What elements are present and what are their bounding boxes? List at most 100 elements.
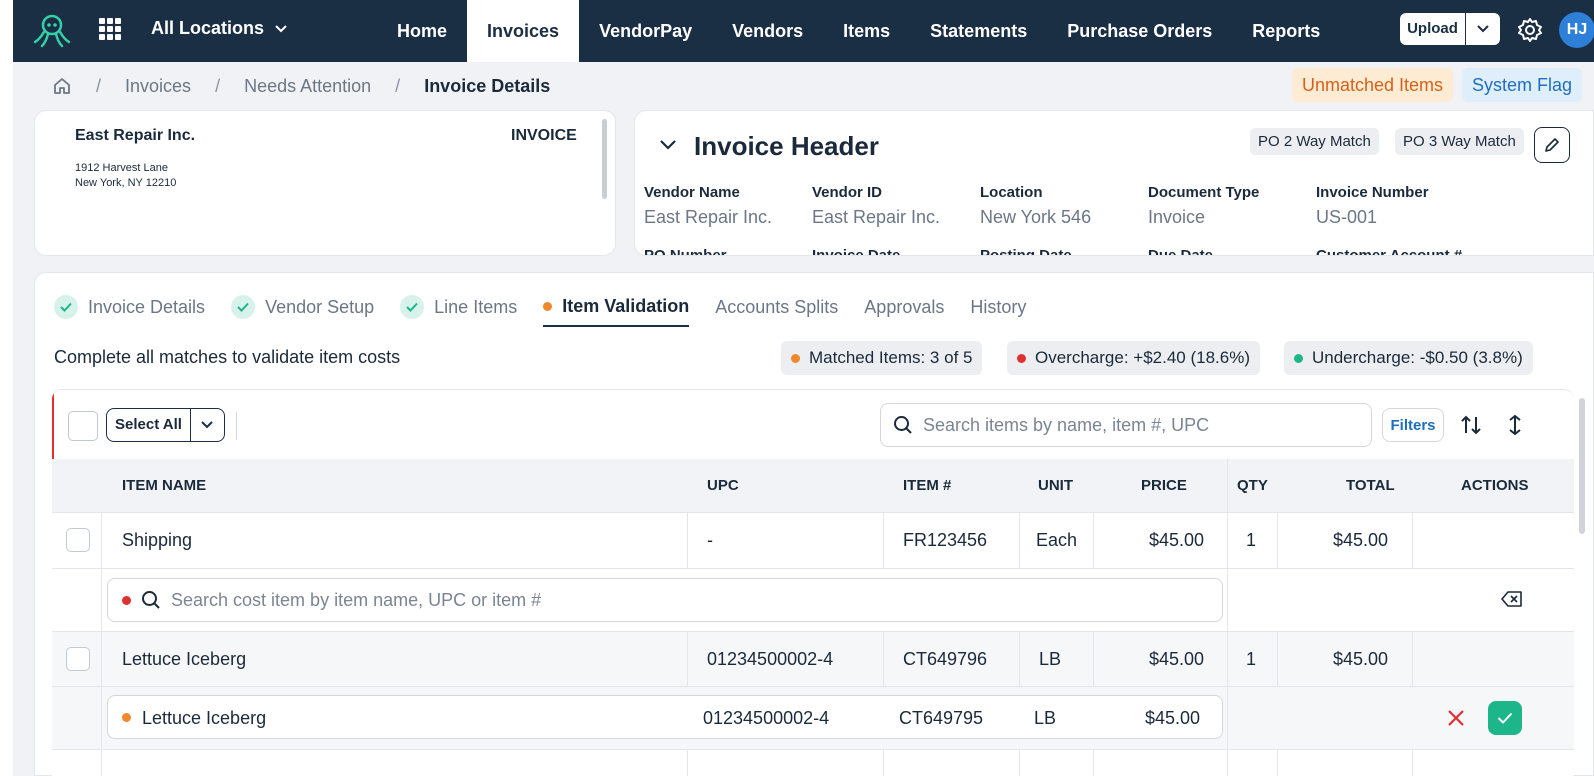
- collapse-chevron-icon[interactable]: [659, 139, 677, 151]
- tab-line-items[interactable]: Line Items: [400, 287, 517, 327]
- tab-invoice-details[interactable]: Invoice Details: [54, 287, 205, 327]
- nav-tab-vendorpay[interactable]: VendorPay: [579, 0, 712, 62]
- filters-button[interactable]: Filters: [1382, 408, 1444, 442]
- column-divider: [1093, 513, 1094, 569]
- col-item-name[interactable]: ITEM NAME: [122, 477, 206, 494]
- field-invoice-number: Invoice Number US-001: [1316, 184, 1429, 228]
- field-label: Location: [980, 184, 1043, 201]
- edit-button[interactable]: [1534, 127, 1570, 163]
- tab-label: Approvals: [864, 296, 945, 317]
- tab-approvals[interactable]: Approvals: [864, 287, 944, 327]
- row-checkbox[interactable]: [66, 528, 90, 552]
- chevron-down-icon: [1477, 25, 1489, 33]
- col-total[interactable]: TOTAL: [1346, 477, 1395, 494]
- upc-cell: -: [707, 530, 713, 550]
- match-upc: 01234500002-4: [703, 708, 830, 728]
- tab-label: Invoice Details: [88, 296, 206, 317]
- app-grid-icon[interactable]: [99, 18, 121, 40]
- location-selector[interactable]: All Locations: [151, 18, 288, 39]
- column-divider: [1019, 513, 1020, 569]
- tab-item-validation[interactable]: Item Validation: [543, 287, 690, 327]
- user-avatar[interactable]: HJ: [1559, 12, 1594, 48]
- tab-label: History: [970, 296, 1027, 317]
- column-divider: [101, 687, 102, 750]
- field-document-type: Document Type Invoice: [1148, 184, 1259, 228]
- chevron-down-icon: [275, 24, 287, 32]
- column-divider: [1227, 632, 1228, 687]
- col-unit[interactable]: UNIT: [1038, 477, 1073, 494]
- col-upc[interactable]: UPC: [707, 477, 739, 494]
- match-item-name: Lettuce Iceberg: [142, 708, 267, 728]
- nav-tab-statements[interactable]: Statements: [910, 0, 1047, 62]
- upc-cell: 01234500002-4: [707, 649, 834, 669]
- undercharge-badge: Undercharge: -$0.50 (3.8%): [1284, 341, 1533, 375]
- item-search-input[interactable]: Search items by name, item #, UPC: [880, 403, 1372, 447]
- column-divider: [1019, 750, 1020, 776]
- expand-rows-icon[interactable]: [1507, 414, 1523, 436]
- upload-button[interactable]: Upload: [1400, 13, 1466, 45]
- upload-dropdown-toggle[interactable]: [1466, 24, 1500, 34]
- status-dot: [1017, 353, 1026, 363]
- breadcrumb-needs-attention[interactable]: Needs Attention: [244, 76, 371, 97]
- field-posting-date-label: Posting Date: [980, 247, 1072, 256]
- step-tabs: Invoice Details Vendor Setup Line Items …: [54, 287, 1052, 331]
- col-price[interactable]: PRICE: [1141, 477, 1187, 494]
- nav-tab-home[interactable]: Home: [377, 0, 467, 62]
- row-checkbox[interactable]: [66, 647, 90, 671]
- preview-scrollbar[interactable]: [602, 119, 607, 199]
- select-all-dropdown[interactable]: [191, 420, 224, 430]
- item-number-cell: CT649796: [903, 649, 988, 669]
- field-due-date-label: Due Date: [1148, 247, 1214, 256]
- column-divider: [101, 750, 102, 776]
- select-all-button[interactable]: Select All: [107, 409, 191, 441]
- table-row[interactable]: Shipping - FR123456 Each $45.00 1 $45.00: [52, 512, 1574, 569]
- breadcrumb-invoices[interactable]: Invoices: [125, 76, 191, 97]
- search-placeholder: Search items by name, item #, UPC: [923, 414, 1210, 435]
- clear-backspace-icon[interactable]: [1501, 590, 1523, 608]
- reject-match-icon[interactable]: [1447, 709, 1465, 727]
- select-all-checkbox[interactable]: [68, 411, 98, 441]
- item-number-cell: FR123456: [903, 530, 988, 550]
- sort-icon[interactable]: [1460, 414, 1482, 436]
- nav-tab-purchase-orders[interactable]: Purchase Orders: [1047, 0, 1232, 62]
- preview-doc-label: INVOICE: [511, 127, 577, 144]
- accept-match-button[interactable]: [1488, 701, 1522, 735]
- system-flag[interactable]: System Flag: [1462, 68, 1583, 102]
- select-all-split-button: Select All: [106, 408, 225, 442]
- nav-tab-items[interactable]: Items: [823, 0, 910, 62]
- invoice-header-title: Invoice Header: [694, 131, 879, 161]
- upload-split-button: Upload: [1400, 13, 1500, 45]
- tab-label: Line Items: [434, 296, 518, 317]
- table-row[interactable]: Lettuce Iceberg 01234500002-4 CT649796 L…: [52, 631, 1574, 687]
- tab-history[interactable]: History: [970, 287, 1026, 327]
- column-divider: [1093, 750, 1094, 776]
- po-3-way-match-tag: PO 3 Way Match: [1395, 128, 1524, 155]
- gear-icon[interactable]: [1516, 16, 1544, 44]
- nav-tab-invoices[interactable]: Invoices: [467, 0, 580, 62]
- tab-accounts-splits[interactable]: Accounts Splits: [715, 287, 838, 327]
- nav-tab-vendors[interactable]: Vendors: [712, 0, 823, 62]
- matched-items-text: Matched Items: 3 of 5: [809, 348, 973, 367]
- col-item-number[interactable]: ITEM #: [903, 477, 951, 494]
- tab-vendor-setup[interactable]: Vendor Setup: [231, 287, 374, 327]
- cost-search-placeholder: Search cost item by item name, UPC or it…: [171, 589, 542, 610]
- table-row[interactable]: [52, 749, 1574, 776]
- table-scrollbar[interactable]: [1579, 398, 1585, 534]
- breadcrumb-separator: /: [96, 75, 102, 96]
- main-nav-tabs: Home Invoices VendorPay Vendors Items St…: [377, 0, 1340, 62]
- field-po-number-label: PO Number: [644, 247, 727, 256]
- column-divider: [1227, 459, 1228, 512]
- field-location: Location New York 546: [980, 184, 1091, 228]
- unmatched-items-flag[interactable]: Unmatched Items: [1292, 68, 1454, 102]
- nav-tab-reports[interactable]: Reports: [1232, 0, 1340, 62]
- suggested-match-card[interactable]: Lettuce Iceberg 01234500002-4 CT649795 L…: [107, 695, 1223, 739]
- cost-item-search-input[interactable]: Search cost item by item name, UPC or it…: [107, 578, 1223, 622]
- column-divider: [687, 750, 688, 776]
- invoice-document-preview[interactable]: East Repair Inc. INVOICE 1912 Harvest La…: [34, 110, 616, 256]
- col-qty[interactable]: QTY: [1237, 477, 1268, 494]
- qty-cell: 1: [1246, 530, 1257, 550]
- column-divider: [687, 632, 688, 687]
- octopus-logo-icon[interactable]: [33, 12, 71, 48]
- home-icon[interactable]: [52, 76, 72, 96]
- check-icon: [1497, 712, 1513, 724]
